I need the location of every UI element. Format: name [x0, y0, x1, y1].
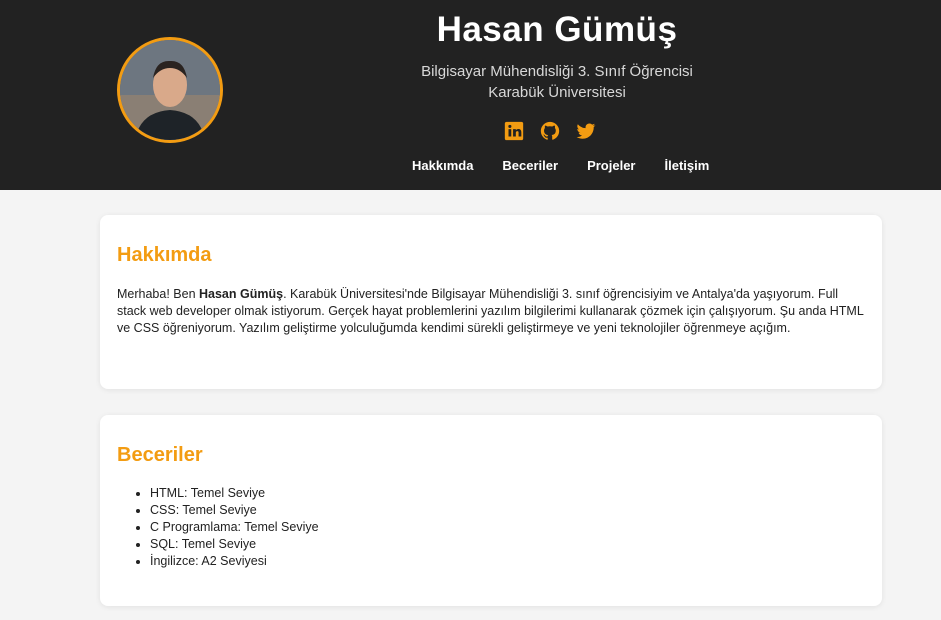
skill-item: CSS: Temel Seviye — [150, 502, 865, 519]
nav-beceriler[interactable]: Beceriler — [502, 158, 558, 173]
nav-projeler[interactable]: Projeler — [587, 158, 635, 173]
subtitle-university: Karabük Üniversitesi — [488, 84, 626, 101]
main-nav: Hakkımda Beceriler Projeler İletişim — [412, 158, 709, 173]
skill-item: HTML: Temel Seviye — [150, 485, 865, 502]
skill-item: İngilizce: A2 Seviyesi — [150, 553, 865, 570]
about-text-intro: Merhaba! Ben — [117, 287, 199, 301]
about-heading: Hakkımda — [117, 244, 212, 266]
skill-item: C Programlama: Temel Seviye — [150, 519, 865, 536]
skill-item: SQL: Temel Seviye — [150, 536, 865, 553]
subtitle-program: Bilgisayar Mühendisliği 3. Sınıf Öğrenci… — [421, 63, 693, 80]
social-links — [503, 120, 597, 142]
subtitle: Bilgisayar Mühendisliği 3. Sınıf Öğrenci… — [0, 61, 941, 103]
skills-section: Beceriler HTML: Temel Seviye CSS: Temel … — [100, 415, 882, 606]
about-text: Merhaba! Ben Hasan Gümüş. Karabük Üniver… — [117, 286, 865, 337]
page-header: Hasan Gümüş Bilgisayar Mühendisliği 3. S… — [0, 0, 941, 190]
twitter-icon[interactable] — [575, 120, 597, 142]
github-icon[interactable] — [539, 120, 561, 142]
skills-list: HTML: Temel Seviye CSS: Temel Seviye C P… — [117, 485, 865, 570]
about-name: Hasan Gümüş — [199, 287, 284, 301]
about-section: Hakkımda Merhaba! Ben Hasan Gümüş. Karab… — [100, 215, 882, 389]
nav-iletisim[interactable]: İletişim — [665, 158, 710, 173]
nav-hakkimda[interactable]: Hakkımda — [412, 158, 473, 173]
page-title: Hasan Gümüş — [436, 10, 678, 49]
skills-heading: Beceriler — [117, 444, 203, 466]
linkedin-icon[interactable] — [503, 120, 525, 142]
